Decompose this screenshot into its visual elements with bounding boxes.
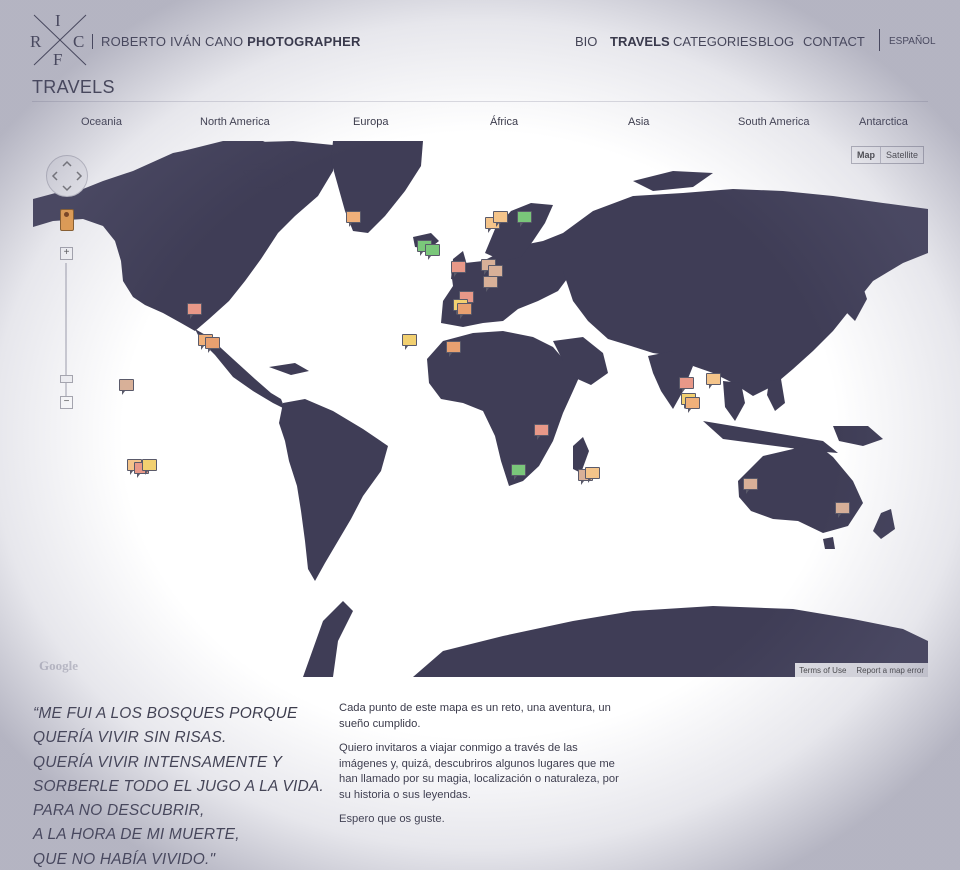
map-type-map-button[interactable]: Map xyxy=(852,147,881,163)
zoom-out-button[interactable]: − xyxy=(60,396,73,409)
nav-travels[interactable]: TRAVELS xyxy=(610,34,670,49)
logo-letter-i: I xyxy=(55,11,61,30)
nav-contact[interactable]: CONTACT xyxy=(803,34,865,49)
map-marker[interactable] xyxy=(457,303,472,319)
main-nav: BIO TRAVELS CATEGORIES BLOG CONTACT xyxy=(0,34,960,50)
map-marker[interactable] xyxy=(205,337,220,353)
map-marker[interactable] xyxy=(534,424,549,440)
page-title: TRAVELS xyxy=(32,77,115,97)
pan-arrows-icon xyxy=(51,160,83,192)
map-marker[interactable] xyxy=(511,464,526,480)
world-map[interactable]: Map Satellite + − Google Terms of Use Re… xyxy=(33,141,928,677)
world-map-land xyxy=(33,141,928,677)
continent-greenland xyxy=(331,141,423,233)
map-marker[interactable] xyxy=(483,276,498,292)
nav-blog[interactable]: BLOG xyxy=(758,34,794,49)
intro-paragraph: Cada punto de este mapa es un reto, una … xyxy=(339,702,611,730)
tab-asia[interactable]: Asia xyxy=(628,116,649,128)
tab-europa[interactable]: Europa xyxy=(353,116,388,128)
language-divider xyxy=(879,29,880,51)
quote: “ME FUI A LOS BOSQUES PORQUE QUERÍA VIVI… xyxy=(33,702,324,872)
map-marker[interactable] xyxy=(451,261,466,277)
map-marker[interactable] xyxy=(517,211,532,227)
quote-line: SORBERLE TODO EL JUGO A LA VIDA. xyxy=(33,777,324,795)
quote-line: “ME FUI A LOS BOSQUES PORQUE xyxy=(33,705,298,722)
map-marker[interactable] xyxy=(685,397,700,413)
intro-text: Cada punto de este mapa es un reto, una … xyxy=(339,701,625,837)
map-marker[interactable] xyxy=(187,303,202,319)
map-marker[interactable] xyxy=(446,341,461,357)
map-type-control: Map Satellite xyxy=(850,146,924,164)
map-marker[interactable] xyxy=(493,211,508,227)
intro-paragraph: Espero que os guste. xyxy=(339,813,445,825)
quote-line: QUERÍA VIVIR INTENSAMENTE Y xyxy=(33,753,283,771)
map-marker[interactable] xyxy=(706,373,721,389)
tab-north-america[interactable]: North America xyxy=(200,116,270,128)
zoom-slider-thumb[interactable] xyxy=(60,375,73,383)
continent-south-america xyxy=(279,399,388,581)
continent-asia xyxy=(563,189,928,396)
quote-line: QUERÍA VIVIR SIN RISAS. xyxy=(33,729,227,747)
report-map-error-link[interactable]: Report a map error xyxy=(856,666,924,675)
terms-of-use-link[interactable]: Terms of Use xyxy=(799,666,846,675)
quote-line: PARA NO DESCUBRIR, xyxy=(33,802,205,820)
map-marker[interactable] xyxy=(346,211,361,227)
map-marker[interactable] xyxy=(119,379,134,395)
map-marker[interactable] xyxy=(402,334,417,350)
nav-categories[interactable]: CATEGORIES xyxy=(673,34,757,49)
tab-south-america[interactable]: South America xyxy=(738,116,810,128)
tab-antarctica[interactable]: Antarctica xyxy=(859,116,908,128)
google-logo[interactable]: Google xyxy=(39,658,78,674)
language-switch[interactable]: ESPAÑOL xyxy=(889,36,936,47)
quote-line: QUE NO HABÍA VIVIDO." xyxy=(33,850,216,868)
street-view-pegman-icon[interactable] xyxy=(60,209,74,231)
tab-oceania[interactable]: Oceania xyxy=(81,116,122,128)
map-marker[interactable] xyxy=(835,502,850,518)
map-marker[interactable] xyxy=(743,478,758,494)
logo-letter-f: F xyxy=(53,50,63,69)
map-marker[interactable] xyxy=(142,459,157,475)
zoom-in-button[interactable]: + xyxy=(60,247,73,260)
map-marker[interactable] xyxy=(679,377,694,393)
map-marker[interactable] xyxy=(585,467,600,483)
map-footer: Terms of Use Report a map error xyxy=(795,663,928,677)
quote-line: A LA HORA DE MI MUERTE, xyxy=(33,826,240,844)
map-marker[interactable] xyxy=(425,244,440,260)
title-divider xyxy=(32,101,928,102)
intro-paragraph: Quiero invitaros a viajar conmigo a trav… xyxy=(339,742,619,801)
nav-bio[interactable]: BIO xyxy=(575,34,597,49)
map-type-satellite-button[interactable]: Satellite xyxy=(881,147,923,163)
tab-africa[interactable]: África xyxy=(490,116,518,128)
pan-control[interactable] xyxy=(46,155,88,197)
